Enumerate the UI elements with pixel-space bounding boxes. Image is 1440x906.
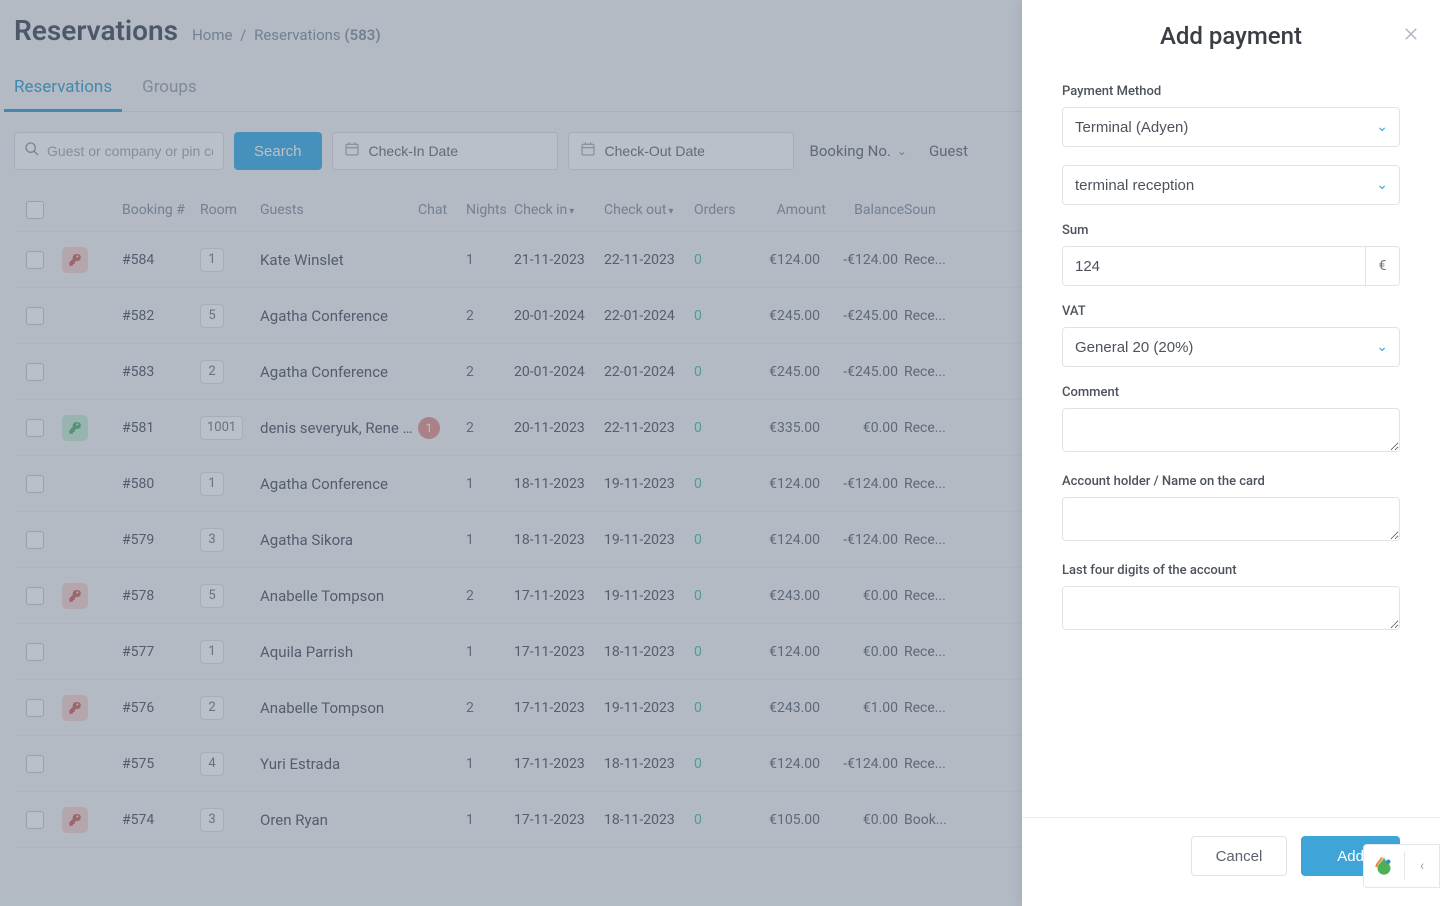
vat-select[interactable]: General 20 (20%) bbox=[1062, 327, 1400, 367]
cancel-button[interactable]: Cancel bbox=[1191, 836, 1288, 876]
label-comment: Comment bbox=[1062, 385, 1400, 400]
currency-label: € bbox=[1366, 246, 1400, 286]
label-last-four: Last four digits of the account bbox=[1062, 563, 1400, 578]
label-payment-method: Payment Method bbox=[1062, 84, 1400, 99]
sum-input[interactable] bbox=[1062, 246, 1366, 286]
payment-method-select[interactable]: Terminal (Adyen) bbox=[1062, 107, 1400, 147]
terminal-select[interactable]: terminal reception bbox=[1062, 165, 1400, 205]
close-icon[interactable] bbox=[1402, 24, 1420, 48]
panel-title: Add payment bbox=[1160, 22, 1302, 50]
last-four-input[interactable] bbox=[1062, 586, 1400, 630]
comment-input[interactable] bbox=[1062, 408, 1400, 452]
label-vat: VAT bbox=[1062, 304, 1400, 319]
account-holder-input[interactable] bbox=[1062, 497, 1400, 541]
chevron-left-icon[interactable]: ‹ bbox=[1405, 858, 1439, 874]
logo-icon bbox=[1364, 846, 1404, 886]
label-account-holder: Account holder / Name on the card bbox=[1062, 474, 1400, 489]
label-sum: Sum bbox=[1062, 223, 1400, 238]
add-payment-panel: Add payment Payment Method Terminal (Ady… bbox=[1022, 0, 1440, 906]
support-widget[interactable]: ‹ bbox=[1363, 844, 1440, 888]
